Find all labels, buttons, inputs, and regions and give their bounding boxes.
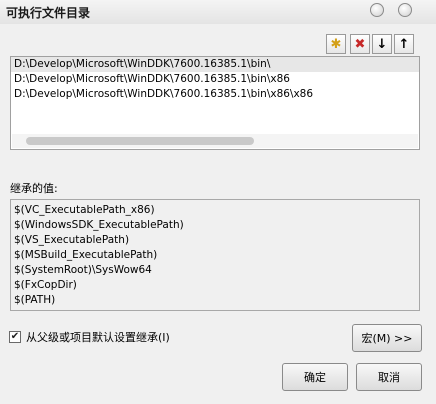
checkmark-icon: ✔	[10, 331, 20, 342]
inherited-value: $(PATH)	[14, 294, 56, 306]
new-folder-icon: ✱	[330, 36, 342, 52]
arrow-down-icon: ↓	[376, 36, 388, 52]
executable-directories-dialog: 可执行文件目录 ✱ ✖ ↓ ↑ D:\Develop\Microsoft\Win…	[0, 0, 436, 404]
path-item[interactable]: D:\Develop\Microsoft\WinDDK\7600.16385.1…	[11, 72, 419, 87]
scrollbar-thumb[interactable]	[26, 137, 254, 145]
close-button[interactable]	[398, 3, 412, 17]
move-down-button[interactable]: ↓	[372, 34, 392, 54]
inherit-checkbox-row[interactable]: ✔ 从父级或项目默认设置继承(I)	[9, 329, 170, 345]
horizontal-scrollbar[interactable]	[12, 134, 418, 148]
window-title: 可执行文件目录	[6, 6, 91, 20]
macro-button[interactable]: 宏(M) >>	[352, 324, 422, 352]
inherited-value: $(SystemRoot)\SysWow64	[14, 264, 152, 276]
inherited-value: $(FxCopDir)	[14, 279, 77, 291]
inherited-value: $(MSBuild_ExecutablePath)	[14, 249, 158, 261]
title-bar: 可执行文件目录	[0, 0, 436, 24]
delete-button[interactable]: ✖	[350, 34, 370, 54]
inherit-checkbox-label[interactable]: 从父级或项目默认设置继承(I)	[26, 329, 170, 345]
help-button[interactable]	[370, 3, 384, 17]
arrow-up-icon: ↑	[398, 36, 410, 52]
inherited-value: $(WindowsSDK_ExecutablePath)	[14, 219, 184, 231]
ok-button[interactable]: 确定	[282, 363, 348, 391]
inherit-checkbox[interactable]: ✔	[9, 331, 21, 343]
cancel-button[interactable]: 取消	[356, 363, 422, 391]
move-up-button[interactable]: ↑	[394, 34, 414, 54]
delete-icon: ✖	[354, 36, 366, 52]
new-line-button[interactable]: ✱	[326, 34, 346, 54]
inherited-value: $(VC_ExecutablePath_x86)	[14, 204, 155, 216]
path-item[interactable]: D:\Develop\Microsoft\WinDDK\7600.16385.1…	[11, 57, 419, 72]
inherited-value: $(VS_ExecutablePath)	[14, 234, 130, 246]
path-item[interactable]: D:\Develop\Microsoft\WinDDK\7600.16385.1…	[11, 87, 419, 102]
path-list[interactable]: D:\Develop\Microsoft\WinDDK\7600.16385.1…	[10, 56, 420, 150]
inherited-values-list: $(VC_ExecutablePath_x86) $(WindowsSDK_Ex…	[10, 199, 420, 311]
inherited-values-label: 继承的值:	[10, 182, 58, 195]
